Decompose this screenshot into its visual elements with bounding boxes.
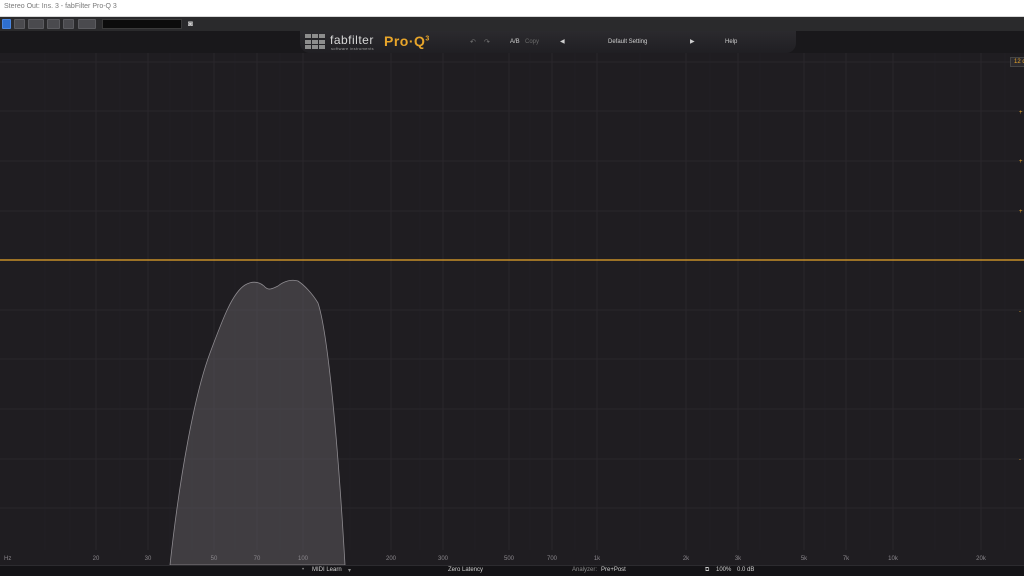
- help-button[interactable]: Help: [725, 39, 737, 45]
- brand-subtitle: software instruments: [331, 46, 374, 51]
- gain-scale: + + + - -: [1019, 110, 1023, 463]
- window-title: Stereo Out: Ins. 3 - fabFilter Pro-Q 3: [4, 3, 117, 10]
- camera-icon[interactable]: ◙: [185, 19, 196, 29]
- preset-field[interactable]: [102, 19, 182, 29]
- gain-tick-label: +: [1019, 159, 1023, 165]
- output-gain[interactable]: 0.0 dB: [737, 567, 754, 573]
- copy-button[interactable]: Copy: [525, 39, 539, 45]
- gain-tick-label: -: [1019, 457, 1021, 463]
- product-name: Pro·Q3: [384, 33, 430, 49]
- frequency-label: 20: [93, 556, 100, 562]
- frequency-label: 3k: [735, 556, 742, 562]
- plugin-window: Stereo Out: Ins. 3 - fabFilter Pro-Q 3 ◙…: [0, 0, 1024, 576]
- undo-icon[interactable]: ↶: [470, 38, 476, 46]
- analyzer-button[interactable]: Pre+Post: [601, 567, 626, 573]
- frequency-scale: Hz 20 30 50 70 100 200 300 500 700 1k 2k 3k 5k 7k 10k 20…: [4, 556, 987, 562]
- midi-learn-button[interactable]: MIDI Learn: [312, 567, 342, 573]
- previous-preset-icon[interactable]: ◀: [560, 38, 565, 45]
- store-button[interactable]: [63, 19, 74, 29]
- frequency-label: 5k: [801, 556, 808, 562]
- frequency-label: 30: [145, 556, 152, 562]
- compare-button[interactable]: [47, 19, 60, 29]
- gain-tick-label: +: [1019, 110, 1023, 116]
- frequency-label: 70: [254, 556, 261, 562]
- gain-tick-label: +: [1019, 209, 1023, 215]
- analyzer-spectrum: [169, 279, 346, 565]
- frequency-label: 300: [438, 556, 449, 562]
- bypass-button[interactable]: [14, 19, 25, 29]
- power-button[interactable]: [2, 19, 11, 29]
- analyzer-label: Analyzer:: [572, 567, 598, 573]
- frequency-label: 500: [504, 556, 515, 562]
- gain-gridlines: [0, 61, 1024, 509]
- redo-icon[interactable]: ↷: [484, 38, 490, 46]
- frequency-label: 50: [211, 556, 218, 562]
- eq-display[interactable]: + + + - - Hz 20 30 50 70 100 200 300 500 700 1k 2k 3k 5k 7…: [0, 53, 1024, 565]
- midi-led-icon: •: [302, 567, 305, 573]
- bottom-bar: • MIDI Learn ▾ Zero Latency Analyzer: Pr…: [0, 565, 1024, 576]
- frequency-label: 700: [547, 556, 558, 562]
- header-panel: [300, 31, 796, 53]
- latency-button[interactable]: Zero Latency: [448, 567, 483, 573]
- eq-graph[interactable]: + + + - - Hz 20 30 50 70 100 200 300 500 700 1k 2k 3k 5k 7…: [0, 53, 1024, 565]
- host-toolbar: ◙: [0, 17, 1024, 31]
- read-write-button[interactable]: [28, 19, 44, 29]
- preset-name[interactable]: Default Setting: [608, 39, 647, 45]
- mid-side-icon[interactable]: ⧉: [705, 567, 709, 574]
- next-preset-icon[interactable]: ▶: [690, 38, 695, 45]
- zoom-level[interactable]: 100%: [716, 567, 731, 573]
- midi-dropdown-icon[interactable]: ▾: [348, 567, 351, 574]
- preset-menu-button[interactable]: [78, 19, 96, 29]
- brand-name: fabfilter: [330, 33, 374, 47]
- frequency-label: Hz: [4, 556, 11, 562]
- display-range-button[interactable]: 12 d: [1010, 57, 1024, 67]
- frequency-label: 7k: [843, 556, 850, 562]
- gain-tick-label: -: [1019, 309, 1021, 315]
- frequency-label: 20k: [976, 556, 987, 562]
- frequency-label: 1k: [594, 556, 601, 562]
- frequency-label: 10k: [888, 556, 899, 562]
- frequency-label: 100: [298, 556, 309, 562]
- fabfilter-logo-icon: [305, 34, 327, 50]
- frequency-label: 200: [386, 556, 397, 562]
- window-title-bar: Stereo Out: Ins. 3 - fabFilter Pro-Q 3: [0, 0, 1024, 17]
- frequency-label: 2k: [683, 556, 690, 562]
- ab-button[interactable]: A/B: [510, 39, 520, 45]
